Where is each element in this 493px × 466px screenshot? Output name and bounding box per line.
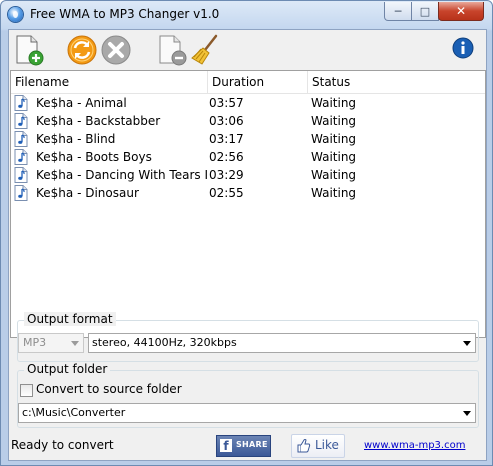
output-format-group: Output format MP3 stereo, 44100Hz, 320kb… — [17, 312, 479, 362]
convert-icon[interactable] — [66, 34, 98, 66]
table-row[interactable]: Ke$ha - Animal 03:57 Waiting — [11, 94, 485, 112]
cell-filename: Ke$ha - Animal — [36, 96, 127, 110]
cell-status: Waiting — [311, 186, 357, 200]
cell-status: Waiting — [311, 150, 357, 164]
cell-status: Waiting — [311, 114, 357, 128]
cell-filename: Ke$ha - Backstabber — [36, 114, 161, 128]
cell-duration: 03:57 — [209, 96, 244, 110]
cell-filename: Ke$ha - Boots Boys — [36, 150, 152, 164]
format-select[interactable]: MP3 — [18, 333, 84, 353]
table-row[interactable]: Ke$ha - Dinosaur 02:55 Waiting — [11, 184, 485, 202]
app-icon[interactable] — [8, 7, 23, 22]
output-format-label: Output format — [24, 312, 116, 326]
column-header-status[interactable]: Status — [308, 71, 350, 93]
maximize-icon: □ — [419, 4, 431, 18]
client-area: Filename Duration Status Ke$ha - Animal 0… — [8, 29, 487, 461]
chevron-down-icon — [71, 341, 79, 346]
toolbar — [9, 30, 486, 70]
remove-file-icon[interactable] — [155, 34, 187, 66]
table-row[interactable]: Ke$ha - Boots Boys 02:56 Waiting — [11, 148, 485, 166]
cell-status: Waiting — [311, 132, 357, 146]
info-icon[interactable] — [452, 37, 474, 59]
cell-filename: Ke$ha - Blind — [36, 132, 116, 146]
quality-select-value: stereo, 44100Hz, 320kbps — [92, 336, 237, 349]
clear-list-icon[interactable] — [190, 34, 222, 66]
cell-duration: 02:55 — [209, 186, 244, 200]
audio-file-icon — [14, 167, 28, 183]
facebook-share-button[interactable]: f SHARE — [216, 435, 271, 457]
status-text: Ready to convert — [11, 438, 114, 452]
minimize-button[interactable]: ─ — [384, 2, 412, 21]
cell-filename: Ke$ha - Dancing With Tears In... — [36, 168, 208, 182]
quality-select[interactable]: stereo, 44100Hz, 320kbps — [88, 333, 476, 353]
cell-status: Waiting — [311, 96, 357, 110]
output-path-value: c:\Music\Converter — [22, 406, 126, 419]
output-path-select[interactable]: c:\Music\Converter — [18, 403, 476, 423]
app-window: Free WMA to MP3 Changer v1.0 ─ □ ✕ Filen… — [0, 0, 493, 466]
file-rows: Ke$ha - Animal 03:57 Waiting Ke$ha - Backst… — [11, 94, 485, 202]
minimize-icon: ─ — [394, 4, 402, 18]
table-row[interactable]: Ke$ha - Blind 03:17 Waiting — [11, 130, 485, 148]
facebook-icon: f — [220, 439, 232, 453]
close-icon: ✕ — [455, 4, 467, 18]
output-folder-group: Output folder Convert to source folder c… — [17, 362, 479, 428]
file-list[interactable]: Filename Duration Status Ke$ha - Animal 0… — [10, 70, 486, 338]
audio-file-icon — [14, 131, 28, 147]
audio-file-icon — [14, 95, 28, 111]
audio-file-icon — [14, 149, 28, 165]
convert-to-source-label[interactable]: Convert to source folder — [36, 382, 182, 396]
file-list-header: Filename Duration Status — [11, 71, 485, 94]
thumbs-up-icon — [297, 439, 311, 453]
chevron-down-icon — [463, 411, 471, 416]
column-header-filename[interactable]: Filename — [11, 71, 69, 93]
cell-duration: 03:17 — [209, 132, 244, 146]
chevron-down-icon — [463, 341, 471, 346]
column-header-duration[interactable]: Duration — [208, 71, 264, 93]
cell-duration: 02:56 — [209, 150, 244, 164]
website-link[interactable]: www.wma-mp3.com — [364, 440, 465, 451]
window-title: Free WMA to MP3 Changer v1.0 — [30, 7, 220, 21]
output-folder-label: Output folder — [24, 362, 111, 376]
cell-status: Waiting — [311, 168, 357, 182]
table-row[interactable]: Ke$ha - Dancing With Tears In... 03:29 Wai… — [11, 166, 485, 184]
add-file-icon[interactable] — [12, 34, 44, 66]
like-label: Like — [315, 438, 339, 452]
audio-file-icon — [14, 185, 28, 201]
maximize-button[interactable]: □ — [411, 2, 439, 21]
title-bar[interactable]: Free WMA to MP3 Changer v1.0 ─ □ ✕ — [1, 1, 492, 29]
facebook-like-button[interactable]: Like — [291, 434, 345, 458]
cell-duration: 03:06 — [209, 114, 244, 128]
share-label: SHARE — [236, 440, 268, 449]
cell-duration: 03:29 — [209, 168, 244, 182]
convert-to-source-checkbox[interactable] — [20, 384, 33, 397]
close-button[interactable]: ✕ — [438, 2, 484, 21]
format-select-value: MP3 — [23, 336, 47, 349]
cell-filename: Ke$ha - Dinosaur — [36, 186, 139, 200]
stop-icon[interactable] — [100, 34, 132, 66]
table-row[interactable]: Ke$ha - Backstabber 03:06 Waiting — [11, 112, 485, 130]
audio-file-icon — [14, 113, 28, 129]
